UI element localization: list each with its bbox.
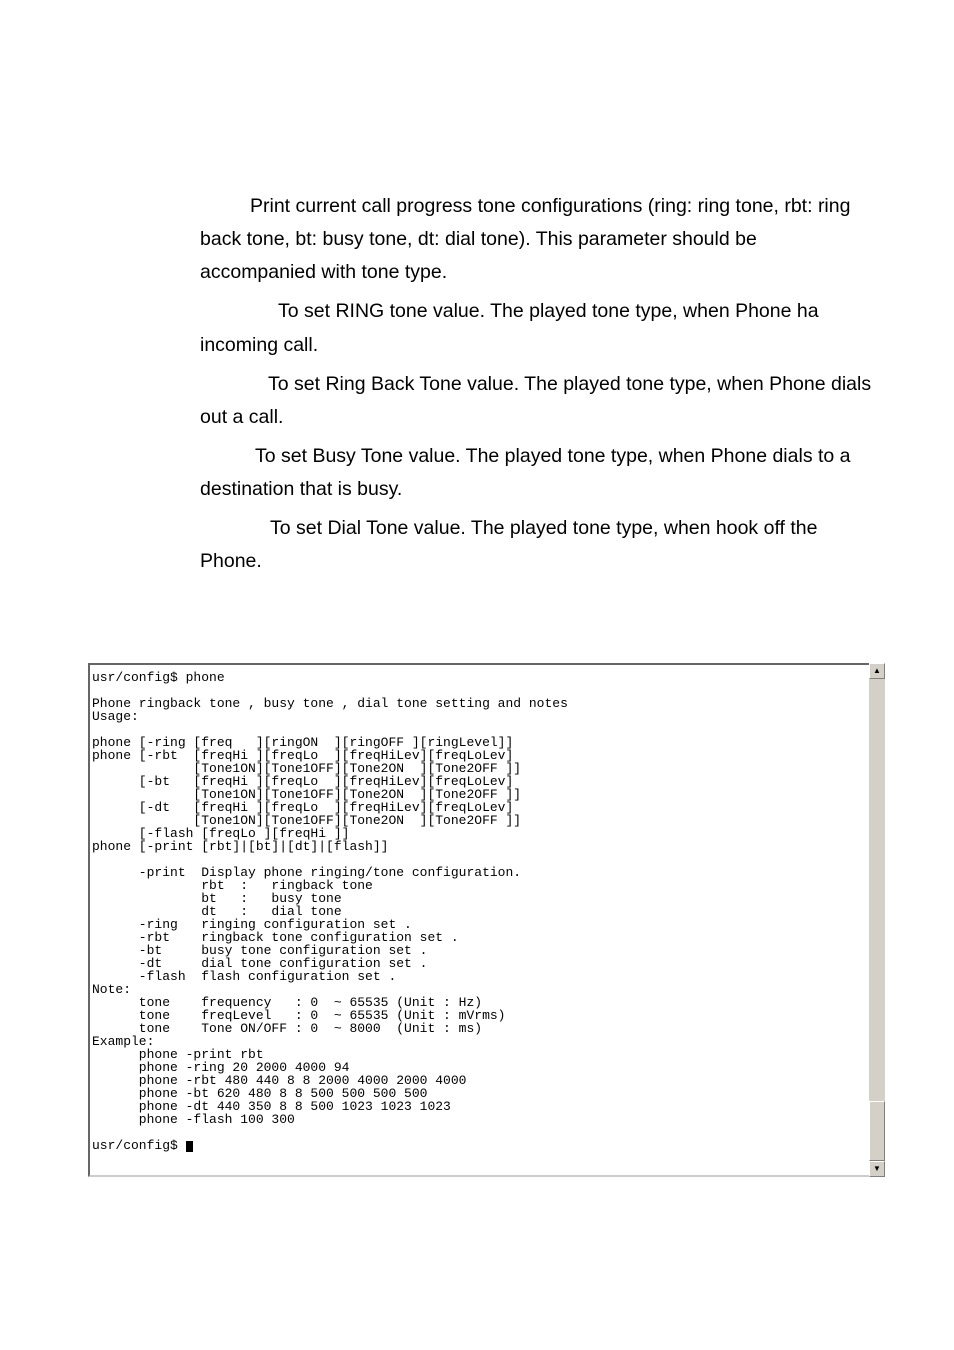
paragraph-print: Print current call progress tone configu… <box>200 190 874 289</box>
paragraph-dt: To set Dial Tone value. The played tone … <box>200 512 874 578</box>
terminal-text: usr/config$ phone Phone ringback tone , … <box>92 670 568 1153</box>
scroll-thumb[interactable] <box>869 1101 885 1161</box>
scroll-track[interactable] <box>869 679 885 1161</box>
paragraph-ring: To set RING tone value. The played tone … <box>200 295 874 361</box>
scrollbar[interactable]: ▲ ▼ <box>869 663 885 1177</box>
document-body: Print current call progress tone configu… <box>0 0 954 625</box>
terminal-wrapper: usr/config$ phone Phone ringback tone , … <box>88 663 869 1177</box>
arrow-down-icon: ▼ <box>873 1164 881 1173</box>
paragraph-bt: To set Busy Tone value. The played tone … <box>200 440 874 506</box>
arrow-up-icon: ▲ <box>873 666 881 675</box>
scroll-up-button[interactable]: ▲ <box>869 663 885 679</box>
scroll-down-button[interactable]: ▼ <box>869 1161 885 1177</box>
cursor-icon <box>186 1141 193 1152</box>
paragraph-rbt: To set Ring Back Tone value. The played … <box>200 368 874 434</box>
terminal-output: usr/config$ phone Phone ringback tone , … <box>88 663 869 1177</box>
